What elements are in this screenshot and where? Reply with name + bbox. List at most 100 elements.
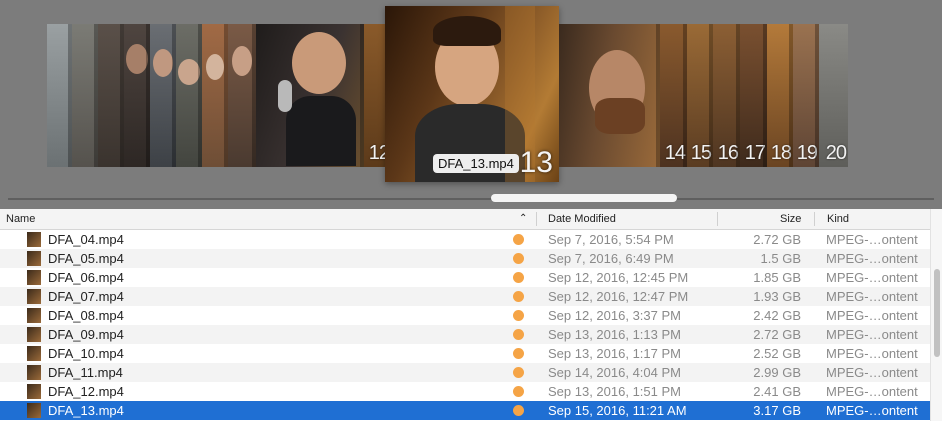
selected-cover-thumbnail[interactable]: DFA_13.mp4 13 bbox=[385, 6, 559, 182]
file-name: DFA_05.mp4 bbox=[48, 251, 124, 266]
file-thumbnail-icon bbox=[27, 327, 41, 342]
cover-number: 19 bbox=[796, 142, 818, 164]
file-list[interactable]: DFA_04.mp4 Sep 7, 2016, 5:54 PM 2.72 GB … bbox=[0, 230, 930, 421]
cover-thumbnail[interactable] bbox=[256, 24, 364, 167]
file-kind: MPEG-…ontent bbox=[826, 365, 918, 380]
file-kind: MPEG-…ontent bbox=[826, 327, 918, 342]
file-kind: MPEG-…ontent bbox=[826, 251, 918, 266]
file-name: DFA_07.mp4 bbox=[48, 289, 124, 304]
file-date-modified: Sep 13, 2016, 1:51 PM bbox=[548, 384, 681, 399]
file-row[interactable]: DFA_08.mp4 Sep 12, 2016, 3:37 PM 2.42 GB… bbox=[0, 306, 930, 325]
cover-thumbnail[interactable]: 14 bbox=[660, 24, 687, 167]
column-header-name[interactable]: Name bbox=[6, 209, 35, 229]
file-row[interactable]: DFA_12.mp4 Sep 13, 2016, 1:51 PM 2.41 GB… bbox=[0, 382, 930, 401]
file-size: 2.99 GB bbox=[753, 365, 801, 380]
file-date-modified: Sep 12, 2016, 12:45 PM bbox=[548, 270, 689, 285]
cover-thumbnail[interactable]: 16 bbox=[713, 24, 740, 167]
file-name: DFA_11.mp4 bbox=[48, 365, 123, 380]
orange-tag-icon bbox=[513, 310, 524, 321]
orange-tag-icon bbox=[513, 348, 524, 359]
cover-thumbnail[interactable] bbox=[559, 24, 660, 167]
orange-tag-icon bbox=[513, 367, 524, 378]
file-date-modified: Sep 7, 2016, 5:54 PM bbox=[548, 232, 674, 247]
cover-thumbnail[interactable] bbox=[72, 24, 98, 167]
file-thumbnail-icon bbox=[27, 403, 41, 418]
file-thumbnail-icon bbox=[27, 365, 41, 380]
cover-flow-scroll-track[interactable] bbox=[8, 198, 934, 200]
cover-number: 18 bbox=[770, 142, 792, 164]
cover-thumbnail[interactable] bbox=[47, 24, 72, 167]
file-row[interactable]: DFA_04.mp4 Sep 7, 2016, 5:54 PM 2.72 GB … bbox=[0, 230, 930, 249]
file-row[interactable]: DFA_05.mp4 Sep 7, 2016, 6:49 PM 1.5 GB M… bbox=[0, 249, 930, 268]
file-kind: MPEG-…ontent bbox=[826, 289, 918, 304]
file-row[interactable]: DFA_11.mp4 Sep 14, 2016, 4:04 PM 2.99 GB… bbox=[0, 363, 930, 382]
file-date-modified: Sep 13, 2016, 1:17 PM bbox=[548, 346, 681, 361]
file-row[interactable]: DFA_10.mp4 Sep 13, 2016, 1:17 PM 2.52 GB… bbox=[0, 344, 930, 363]
cover-thumbnail[interactable] bbox=[202, 24, 228, 167]
file-name: DFA_12.mp4 bbox=[48, 384, 124, 399]
file-size: 2.52 GB bbox=[753, 346, 801, 361]
file-name: DFA_10.mp4 bbox=[48, 346, 124, 361]
selected-cover-number: 13 bbox=[519, 146, 553, 179]
cover-thumbnail[interactable]: 18 bbox=[767, 24, 793, 167]
cover-flow-view[interactable]: 12 DFA_13.mp4 13 14 15 16 17 18 19 20 bbox=[0, 0, 942, 209]
file-row[interactable]: DFA_07.mp4 Sep 12, 2016, 12:47 PM 1.93 G… bbox=[0, 287, 930, 306]
cover-thumbnail[interactable] bbox=[228, 24, 256, 167]
orange-tag-icon bbox=[513, 329, 524, 340]
cover-thumbnail[interactable]: 15 bbox=[687, 24, 713, 167]
file-date-modified: Sep 12, 2016, 12:47 PM bbox=[548, 289, 689, 304]
file-row[interactable]: DFA_06.mp4 Sep 12, 2016, 12:45 PM 1.85 G… bbox=[0, 268, 930, 287]
file-thumbnail-icon bbox=[27, 346, 41, 361]
cover-number: 17 bbox=[744, 142, 766, 164]
file-date-modified: Sep 12, 2016, 3:37 PM bbox=[548, 308, 681, 323]
file-name: DFA_06.mp4 bbox=[48, 270, 124, 285]
vertical-scrollbar-thumb[interactable] bbox=[934, 269, 940, 357]
file-row-selected[interactable]: DFA_13.mp4 Sep 15, 2016, 11:21 AM 3.17 G… bbox=[0, 401, 930, 420]
cover-thumbnail[interactable] bbox=[176, 24, 202, 167]
cover-thumbnail[interactable]: 17 bbox=[740, 24, 767, 167]
file-size: 2.72 GB bbox=[753, 327, 801, 342]
file-name: DFA_08.mp4 bbox=[48, 308, 124, 323]
file-thumbnail-icon bbox=[27, 270, 41, 285]
list-header: Name ⌃ Date Modified Size Kind bbox=[0, 209, 930, 230]
cover-number: 14 bbox=[664, 142, 686, 164]
file-name: DFA_13.mp4 bbox=[48, 403, 124, 418]
orange-tag-icon bbox=[513, 291, 524, 302]
file-thumbnail-icon bbox=[27, 251, 41, 266]
file-name: DFA_09.mp4 bbox=[48, 327, 124, 342]
cover-thumbnail[interactable] bbox=[150, 24, 176, 167]
column-header-size[interactable]: Size bbox=[780, 209, 801, 229]
orange-tag-icon bbox=[513, 386, 524, 397]
file-row[interactable]: DFA_09.mp4 Sep 13, 2016, 1:13 PM 2.72 GB… bbox=[0, 325, 930, 344]
file-size: 2.72 GB bbox=[753, 232, 801, 247]
file-name: DFA_04.mp4 bbox=[48, 232, 124, 247]
file-kind: MPEG-…ontent bbox=[826, 308, 918, 323]
cover-flow-scroll-knob[interactable] bbox=[491, 194, 677, 202]
orange-tag-icon bbox=[513, 272, 524, 283]
file-thumbnail-icon bbox=[27, 232, 41, 247]
orange-tag-icon bbox=[513, 253, 524, 264]
file-kind: MPEG-…ontent bbox=[826, 346, 918, 361]
cover-thumbnail[interactable]: 20 bbox=[819, 24, 848, 167]
cover-number: 15 bbox=[690, 142, 712, 164]
column-header-date-modified[interactable]: Date Modified bbox=[548, 209, 616, 229]
file-kind: MPEG-…ontent bbox=[826, 384, 918, 399]
file-size: 3.17 GB bbox=[753, 403, 801, 418]
file-size: 1.85 GB bbox=[753, 270, 801, 285]
file-size: 2.41 GB bbox=[753, 384, 801, 399]
orange-tag-icon bbox=[513, 234, 524, 245]
file-thumbnail-icon bbox=[27, 308, 41, 323]
file-date-modified: Sep 7, 2016, 6:49 PM bbox=[548, 251, 674, 266]
file-size: 1.93 GB bbox=[753, 289, 801, 304]
cover-thumbnail[interactable]: 19 bbox=[793, 24, 819, 167]
cover-thumbnail[interactable] bbox=[98, 24, 124, 167]
file-date-modified: Sep 14, 2016, 4:04 PM bbox=[548, 365, 681, 380]
cover-thumbnail[interactable] bbox=[124, 24, 150, 167]
file-size: 2.42 GB bbox=[753, 308, 801, 323]
file-kind: MPEG-…ontent bbox=[826, 403, 918, 418]
vertical-scrollbar[interactable] bbox=[930, 209, 942, 421]
chevron-up-icon[interactable]: ⌃ bbox=[519, 209, 527, 229]
column-header-kind[interactable]: Kind bbox=[827, 209, 849, 229]
cover-thumbnail[interactable]: 12 bbox=[364, 24, 385, 167]
cover-number: 12 bbox=[368, 142, 385, 164]
